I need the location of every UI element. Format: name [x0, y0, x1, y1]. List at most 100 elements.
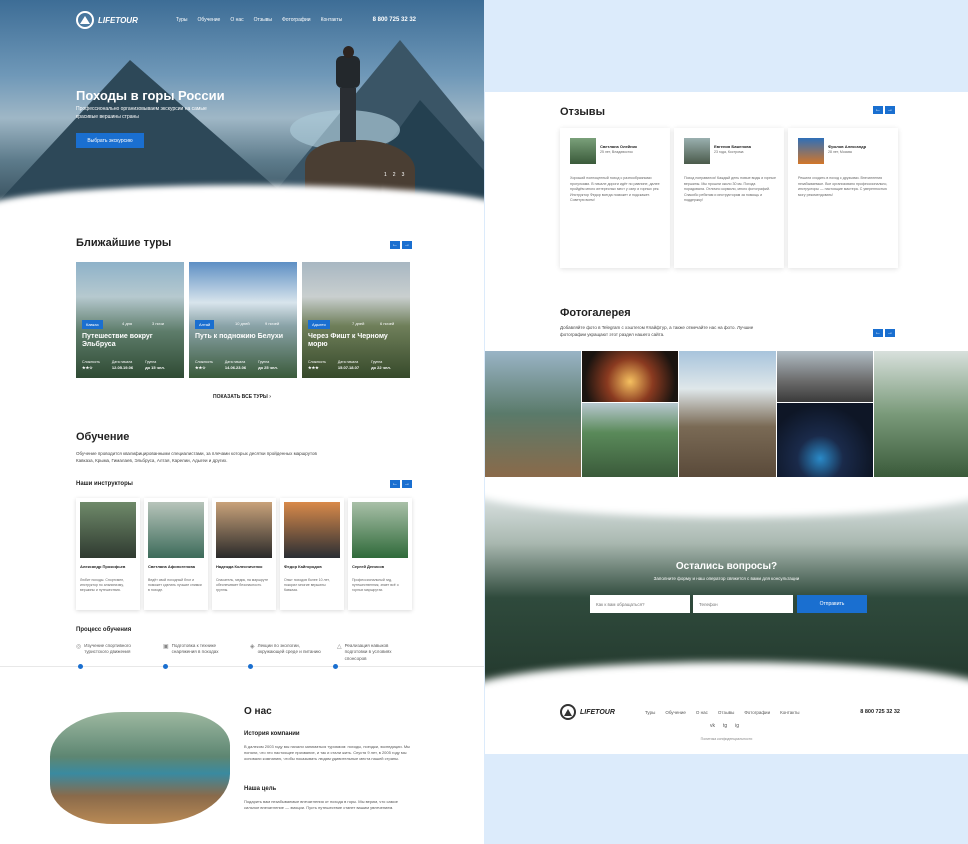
footer-link-tours[interactable]: Туры	[645, 710, 655, 715]
tour-card[interactable]: Алтай 10 дней 9 ночей Путь к подножию Бе…	[189, 262, 297, 378]
tours-title: Ближайшие туры	[76, 237, 172, 249]
tour-card[interactable]: Адыгея 7 дней 6 ночей Через Фишт к Черно…	[302, 262, 410, 378]
process-steps: ◎ Изучение спортивного туристского движен…	[76, 643, 412, 662]
pager-item[interactable]: 1	[384, 172, 387, 178]
instructor-name: Александр Прокофьев	[80, 564, 126, 569]
instructor-card[interactable]: Сергей Денисов Профессиональный гид, пут…	[348, 498, 412, 610]
hero-section: LIFETOUR Туры Обучение О нас Отзывы Фото…	[0, 0, 484, 215]
tour-nights: 9 ночей	[265, 321, 280, 326]
tour-card[interactable]: Кавказ 4 дня 3 ночи Путешествие вокруг Э…	[76, 262, 184, 378]
tour-date-label: Дата начала	[337, 360, 359, 364]
top-nav: LIFETOUR Туры Обучение О нас Отзывы Фото…	[76, 11, 416, 29]
logo-icon[interactable]	[560, 704, 576, 720]
footer-link-contacts[interactable]: Контакты	[780, 710, 799, 715]
instructor-card[interactable]: Светлана Афиногенова Ведёт свой походный…	[144, 498, 208, 610]
contact-title: Остались вопросы?	[675, 561, 778, 572]
goal-title: Наша цель	[244, 786, 277, 792]
logo-icon[interactable]	[76, 11, 94, 29]
prev-arrow-button[interactable]: ←	[390, 480, 400, 488]
nav-link-photos[interactable]: Фотографии	[282, 17, 311, 23]
gallery-photo[interactable]	[874, 351, 968, 477]
gallery-photo[interactable]	[777, 351, 873, 402]
instructor-name: Надежда Колесниченко	[216, 564, 263, 569]
choose-tour-button[interactable]: Выбрать экскурсию	[76, 133, 144, 148]
telegram-icon[interactable]: tg	[723, 723, 727, 729]
tour-region-badge: Алтай	[195, 320, 215, 329]
instructor-cards: Александр Прокофьев Любит походы. Спортс…	[76, 498, 412, 610]
process-step: ◎ Изучение спортивного туристского движен…	[76, 643, 151, 662]
footer-phone[interactable]: 8 800 725 32 32	[860, 709, 900, 715]
instructor-photo	[148, 502, 204, 558]
prev-arrow-button[interactable]: ←	[873, 329, 883, 337]
reviewer-name: Евгения Баженова	[714, 144, 751, 149]
nav-link-contacts[interactable]: Контакты	[321, 17, 343, 23]
tour-info: Сложность ★★★ Дата начала 15.07.18.07 Груп…	[308, 360, 391, 371]
instagram-icon[interactable]: ig	[735, 723, 739, 729]
logo-text[interactable]: LIFETOUR	[580, 709, 615, 716]
show-all-tours-link[interactable]: ПОКАЗАТЬ ВСЕ ТУРЫ ›	[213, 394, 271, 400]
tour-group: до 22 чел.	[371, 364, 391, 370]
tour-region-badge: Адыгея	[308, 320, 330, 329]
review-card: Фролов Александр 28 лет, Москва Решили с…	[788, 128, 898, 268]
review-card: Светлана Олейник 25 лет, Владивосток Хор…	[560, 128, 670, 268]
next-arrow-button[interactable]: →	[885, 106, 895, 114]
footer-link-education[interactable]: Обучение	[665, 710, 686, 715]
hero-mountain	[0, 60, 290, 200]
footer-link-photos[interactable]: Фотографии	[744, 710, 770, 715]
instructor-card[interactable]: Надежда Колесниченко Спасатель, медик, н…	[212, 498, 276, 610]
vk-icon[interactable]: vk	[710, 723, 715, 729]
gallery-photo[interactable]	[485, 351, 581, 477]
tour-cards: Кавказ 4 дня 3 ночи Путешествие вокруг Э…	[76, 262, 410, 378]
next-arrow-button[interactable]: →	[402, 480, 412, 488]
phone-input[interactable]	[693, 595, 793, 613]
footer-link-about[interactable]: О нас	[696, 710, 708, 715]
hero-title: Походы в горы России	[76, 88, 225, 103]
step-icon: △	[337, 644, 342, 650]
timeline-dot	[78, 664, 83, 669]
reviewer-age: 28 лет, Москва	[828, 150, 852, 154]
pager-item[interactable]: 3	[402, 172, 405, 178]
process-step: △ Реализация навыков подготовки в условия…	[337, 643, 412, 662]
submit-button[interactable]: Отправить	[797, 595, 867, 613]
review-cards: Светлана Олейник 25 лет, Владивосток Хор…	[560, 128, 898, 268]
gallery-photo[interactable]	[679, 351, 776, 477]
name-input[interactable]	[590, 595, 690, 613]
tour-date-label: Дата начала	[111, 360, 133, 364]
tour-difficulty-label: Сложность	[195, 360, 213, 364]
cta-cloud	[485, 477, 968, 517]
prev-arrow-button[interactable]: ←	[873, 106, 883, 114]
privacy-policy-link[interactable]: Политика конфиденциальности	[485, 737, 968, 741]
instructor-desc: Спасатель, медик, на маршруте обеспечива…	[216, 578, 269, 592]
reviews-title: Отзывы	[560, 106, 605, 118]
next-arrow-button[interactable]: →	[402, 241, 412, 249]
prev-arrow-button[interactable]: ←	[390, 241, 400, 249]
instructor-card[interactable]: Александр Прокофьев Любит походы. Спортс…	[76, 498, 140, 610]
instructor-card[interactable]: Федор Кайгородов Опыт походов более 10 л…	[280, 498, 344, 610]
process-title: Процесс обучения	[76, 627, 132, 633]
phone-number[interactable]: 8 800 725 32 32	[373, 17, 416, 23]
nav-link-education[interactable]: Обучение	[197, 17, 220, 23]
nav-link-reviews[interactable]: Отзывы	[254, 17, 272, 23]
footer-nav: Туры Обучение О нас Отзывы Фотографии Ко…	[645, 710, 800, 715]
gallery-photo[interactable]	[777, 403, 873, 477]
review-text: Хороший полноценный поход с разнообразны…	[570, 176, 660, 203]
tours-arrows: ← →	[390, 241, 412, 249]
gallery-photo[interactable]	[582, 403, 678, 477]
tour-days: 10 дней	[235, 321, 250, 326]
instructor-desc: Опыт походов более 10 лет, покорил многи…	[284, 578, 330, 592]
nav-link-tours[interactable]: Туры	[176, 17, 188, 23]
tour-date-label: Дата начала	[224, 360, 246, 364]
tour-group: до 15 чел.	[145, 364, 165, 370]
pager-item[interactable]: 2	[393, 172, 396, 178]
step-label: Подготовка к технике снаряжения в похода…	[171, 643, 219, 655]
hero-hiker-image	[334, 44, 362, 144]
footer-link-reviews[interactable]: Отзывы	[718, 710, 734, 715]
gallery-photo[interactable]	[582, 351, 678, 402]
logo-text[interactable]: LIFETOUR	[98, 16, 138, 25]
next-arrow-button[interactable]: →	[885, 329, 895, 337]
about-title: О нас	[244, 706, 272, 717]
education-title: Обучение	[76, 431, 130, 443]
tour-nights: 6 ночей	[380, 321, 395, 326]
tour-difficulty: ★★★	[308, 364, 319, 370]
nav-link-about[interactable]: О нас	[230, 17, 243, 23]
